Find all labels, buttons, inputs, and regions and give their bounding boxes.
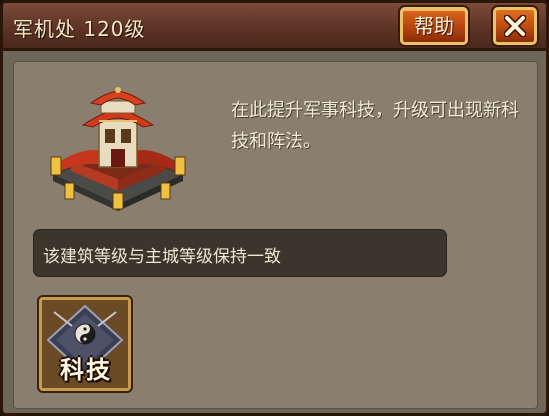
level-notice-bar: 该建筑等级与主城等级保持一致 xyxy=(33,229,447,277)
tech-button-label: 科技 xyxy=(60,355,112,384)
window-title: 军机处 120级 xyxy=(13,17,146,41)
tech-button[interactable]: 科技 xyxy=(39,297,131,391)
building-description: 在此提升军事科技，升级可出现新科技和阵法。 xyxy=(231,100,519,152)
level-notice-text: 该建筑等级与主城等级保持一致 xyxy=(43,247,281,267)
title-bar: 军机处 120级 帮助 xyxy=(3,3,546,51)
close-button[interactable] xyxy=(493,7,537,45)
pagoda-building-icon xyxy=(50,87,186,211)
content-panel: 在此提升军事科技，升级可出现新科技和阵法。 该建筑等级与主城等级保持一致 科技 xyxy=(13,61,538,409)
help-button[interactable]: 帮助 xyxy=(400,7,468,45)
military-office-window: 军机处 120级 帮助 在此提升军事科技，升级可出现新科技和阵法。 该建筑等级与… xyxy=(0,0,549,416)
close-x-icon xyxy=(504,15,526,37)
